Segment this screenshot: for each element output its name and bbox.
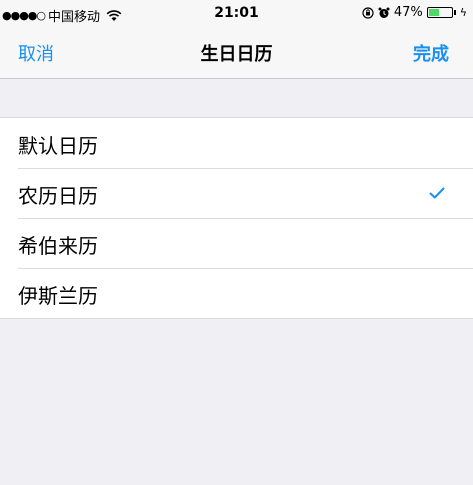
calendar-list: 默认日历 农历日历 希伯来历 伊斯兰历 bbox=[0, 117, 473, 319]
calendar-option-label: 默认日历 bbox=[18, 134, 98, 158]
screen: ●●●●○ 中国移动 21:01 47% ϟ 取消 生日日历 完成 默认日历 农… bbox=[0, 0, 473, 485]
checkmark-icon bbox=[429, 187, 445, 199]
battery-fill bbox=[428, 9, 440, 16]
calendar-option[interactable]: 伊斯兰历 bbox=[0, 268, 473, 318]
nav-bar: 取消 生日日历 完成 bbox=[0, 28, 473, 79]
calendar-option-label: 伊斯兰历 bbox=[18, 284, 98, 308]
calendar-option-label: 希伯来历 bbox=[18, 234, 98, 258]
battery-icon bbox=[426, 7, 453, 18]
calendar-option[interactable]: 默认日历 bbox=[0, 118, 473, 168]
charging-bolt-icon: ϟ bbox=[459, 6, 467, 19]
calendar-option[interactable]: 希伯来历 bbox=[0, 218, 473, 268]
battery-tip bbox=[453, 10, 456, 15]
orientation-lock-icon bbox=[362, 6, 374, 19]
page-title: 生日日历 bbox=[200, 44, 273, 65]
status-bar: ●●●●○ 中国移动 21:01 47% ϟ bbox=[0, 0, 473, 28]
battery-percent: 47% bbox=[393, 5, 423, 20]
done-button[interactable]: 完成 bbox=[413, 40, 449, 66]
status-right: 47% ϟ bbox=[362, 5, 467, 20]
calendar-option-label: 农历日历 bbox=[18, 184, 98, 208]
calendar-option[interactable]: 农历日历 bbox=[0, 168, 473, 218]
alarm-icon bbox=[378, 7, 390, 18]
